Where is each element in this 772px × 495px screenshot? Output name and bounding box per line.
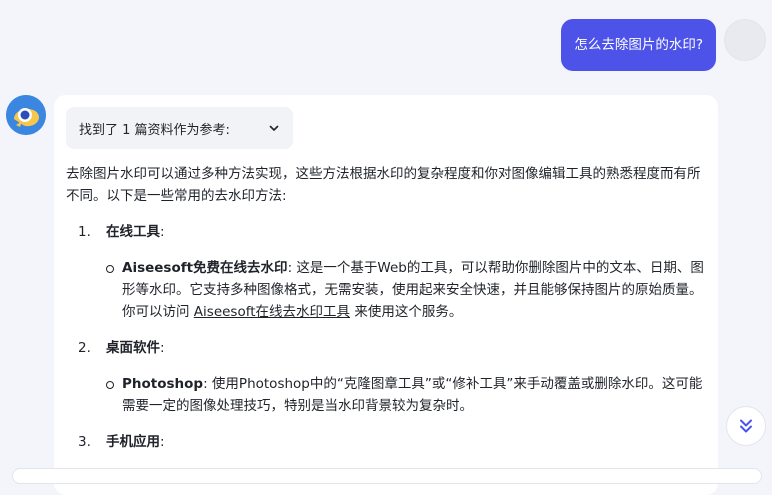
- references-label: 找到了 1 篇资料作为参考:: [79, 122, 230, 138]
- list-item: Aiseesoft免费在线去水印: 这是一个基于Web的工具，可以帮助你删除图片…: [66, 257, 706, 323]
- user-avatar[interactable]: [724, 19, 766, 61]
- chat-input[interactable]: [12, 468, 762, 484]
- bullet-title: Aiseesoft免费在线去水印: [122, 260, 288, 276]
- section-title: 手机应用: [106, 434, 160, 450]
- list-item: 3. 手机应用:: [78, 434, 165, 450]
- chevron-down-icon: [269, 125, 279, 131]
- list-item: Photoshop: 使用Photoshop中的“克隆图章工具”或“修补工具”来…: [66, 373, 706, 417]
- aiseesoft-link[interactable]: Aiseesoft在线去水印工具: [194, 304, 350, 320]
- references-toggle[interactable]: 找到了 1 篇资料作为参考:: [66, 107, 293, 149]
- assistant-answer-card: 找到了 1 篇资料作为参考: 去除图片水印可以通过多种方法实现，这些方法根据水印…: [54, 95, 718, 495]
- double-chevron-down-icon: [740, 419, 752, 433]
- list-item: 1. 在线工具:: [78, 224, 165, 240]
- scroll-to-bottom-button[interactable]: [726, 406, 766, 446]
- bullet-title: Photoshop: [122, 376, 204, 392]
- user-message-row: 怎么去除图片的水印?: [561, 19, 766, 71]
- bullet-icon: [106, 381, 114, 389]
- answer-intro: 去除图片水印可以通过多种方法实现，这些方法根据水印的复杂程度和你对图像编辑工具的…: [66, 166, 701, 204]
- bullet-icon: [106, 265, 114, 273]
- section-title: 在线工具: [106, 224, 160, 240]
- section-title: 桌面软件: [106, 340, 160, 356]
- list-item: 2. 桌面软件:: [78, 340, 165, 356]
- user-message-bubble: 怎么去除图片的水印?: [561, 19, 716, 71]
- bot-avatar-icon: [6, 95, 46, 135]
